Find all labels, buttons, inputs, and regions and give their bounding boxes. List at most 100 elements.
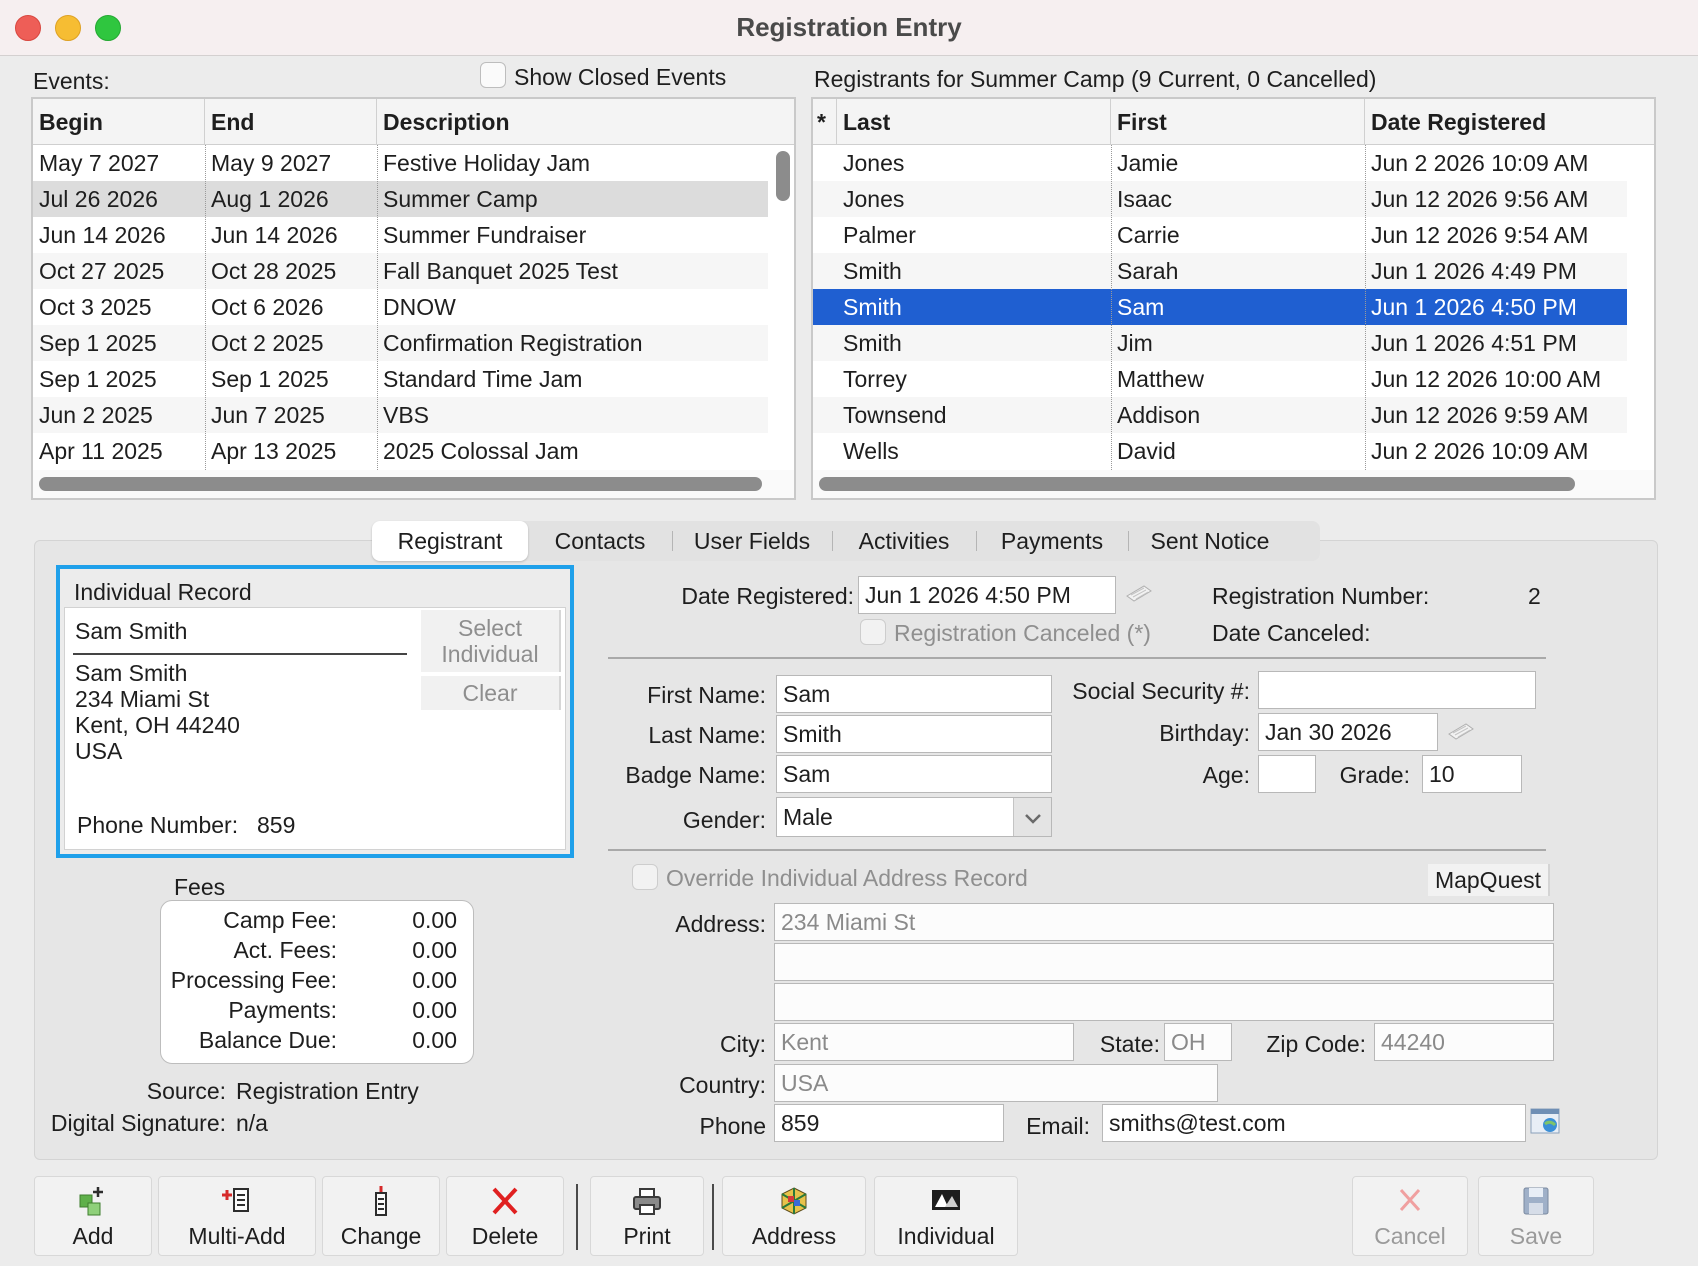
save-button[interactable]: Save bbox=[1478, 1176, 1594, 1256]
delete-icon bbox=[447, 1185, 563, 1217]
phone-field[interactable]: 859 bbox=[774, 1104, 1004, 1142]
column-header-last[interactable]: Last bbox=[837, 99, 1111, 145]
individual-record-title: Individual Record bbox=[74, 579, 252, 605]
event-description-cell: Summer Camp bbox=[383, 186, 538, 212]
event-row[interactable]: Sep 1 2025 Sep 1 2025 Standard Time Jam bbox=[33, 361, 768, 397]
registrants-horizontal-scrollbar[interactable] bbox=[819, 477, 1575, 491]
registrants-table[interactable]: * Last First Date Registered Jones Jamie J… bbox=[811, 97, 1656, 500]
event-row[interactable]: Sep 1 2025 Oct 2 2025 Confirmation Registr… bbox=[33, 325, 768, 361]
registrant-row[interactable]: Wells David Jun 2 2026 10:09 AM bbox=[813, 433, 1627, 469]
tab-registrant[interactable]: Registrant bbox=[372, 521, 528, 561]
address-button[interactable]: Address bbox=[722, 1176, 866, 1256]
event-end-cell: May 9 2027 bbox=[211, 150, 332, 176]
event-row[interactable]: Jun 2 2025 Jun 7 2025 VBS bbox=[33, 397, 768, 433]
column-divider bbox=[1365, 145, 1366, 470]
column-divider bbox=[377, 145, 378, 470]
change-button[interactable]: Change bbox=[322, 1176, 440, 1256]
mapquest-button[interactable]: MapQuest bbox=[1428, 864, 1550, 896]
column-header-description[interactable]: Description bbox=[377, 99, 794, 145]
clear-individual-button[interactable]: Clear bbox=[421, 676, 561, 710]
event-begin-cell: Jun 14 2026 bbox=[39, 222, 166, 248]
ssn-field[interactable] bbox=[1258, 671, 1536, 709]
cancel-button[interactable]: Cancel bbox=[1352, 1176, 1468, 1256]
cancel-icon bbox=[1353, 1185, 1467, 1217]
event-end-cell: Oct 28 2025 bbox=[211, 258, 337, 284]
registrant-row[interactable]: Jones Isaac Jun 12 2026 9:56 AM bbox=[813, 181, 1627, 217]
override-address-checkbox[interactable] bbox=[632, 864, 658, 890]
date-registered-field[interactable]: Jun 1 2026 4:50 PM bbox=[858, 576, 1116, 614]
registrant-last-cell: Palmer bbox=[843, 222, 916, 248]
registrant-row[interactable]: Jones Jamie Jun 2 2026 10:09 AM bbox=[813, 145, 1627, 181]
age-field[interactable] bbox=[1258, 755, 1316, 793]
show-closed-events-checkbox[interactable] bbox=[480, 62, 506, 88]
state-field[interactable]: OH bbox=[1164, 1023, 1232, 1061]
event-begin-cell: Jul 26 2026 bbox=[39, 186, 158, 212]
column-divider bbox=[205, 145, 206, 470]
address-line-2-field[interactable] bbox=[774, 943, 1554, 981]
registrant-row[interactable]: Torrey Matthew Jun 12 2026 10:00 AM bbox=[813, 361, 1627, 397]
address-line-1-field[interactable]: 234 Miami St bbox=[774, 903, 1554, 941]
column-header-date-registered[interactable]: Date Registered bbox=[1365, 99, 1654, 145]
registrant-last-cell: Torrey bbox=[843, 366, 907, 392]
registrant-first-cell: Addison bbox=[1117, 402, 1201, 428]
registrant-row[interactable]: Smith Sam Jun 1 2026 4:50 PM bbox=[813, 289, 1627, 325]
select-individual-button[interactable]: Select Individual bbox=[421, 610, 561, 672]
print-button[interactable]: Print bbox=[590, 1176, 704, 1256]
event-row[interactable]: Apr 11 2025 Apr 13 2025 2025 Colossal Jam bbox=[33, 433, 768, 469]
event-row[interactable]: Jun 14 2026 Jun 14 2026 Summer Fundraiser bbox=[33, 217, 768, 253]
registration-number-label: Registration Number: bbox=[1212, 583, 1430, 609]
registrant-row[interactable]: Smith Sarah Jun 1 2026 4:49 PM bbox=[813, 253, 1627, 289]
address-line-3-field[interactable] bbox=[774, 983, 1554, 1021]
individual-icon bbox=[875, 1185, 1017, 1217]
registrant-date-cell: Jun 1 2026 4:50 PM bbox=[1371, 294, 1577, 320]
calendar-icon[interactable] bbox=[1124, 582, 1154, 604]
last-name-field[interactable]: Smith bbox=[776, 715, 1052, 753]
gender-select[interactable]: Male bbox=[776, 797, 1052, 837]
first-name-field[interactable]: Sam bbox=[776, 675, 1052, 713]
event-begin-cell: Jun 2 2025 bbox=[39, 402, 153, 428]
events-horizontal-scrollbar[interactable] bbox=[39, 477, 762, 491]
events-table[interactable]: Begin End Description May 7 2027 May 9 20… bbox=[31, 97, 796, 500]
registration-canceled-checkbox[interactable] bbox=[860, 619, 886, 645]
registrant-row[interactable]: Palmer Carrie Jun 12 2026 9:54 AM bbox=[813, 217, 1627, 253]
column-header-end[interactable]: End bbox=[205, 99, 377, 145]
printer-icon bbox=[591, 1185, 703, 1217]
calendar-icon[interactable] bbox=[1446, 720, 1476, 742]
multi-add-button[interactable]: Multi-Add bbox=[158, 1176, 316, 1256]
country-field[interactable]: USA bbox=[774, 1064, 1218, 1102]
column-header-first[interactable]: First bbox=[1111, 99, 1365, 145]
badge-name-field[interactable]: Sam bbox=[776, 755, 1052, 793]
registrant-row[interactable]: Townsend Addison Jun 12 2026 9:59 AM bbox=[813, 397, 1627, 433]
zip-code-field[interactable]: 44240 bbox=[1374, 1023, 1554, 1061]
events-vertical-scrollbar[interactable] bbox=[776, 151, 790, 201]
registrants-label: Registrants for Summer Camp (9 Current, … bbox=[814, 66, 1377, 92]
send-email-icon[interactable] bbox=[1530, 1106, 1560, 1136]
tab-user-fields[interactable]: User Fields bbox=[672, 521, 832, 561]
event-row[interactable]: May 7 2027 May 9 2027 Festive Holiday Jam bbox=[33, 145, 768, 181]
individual-button[interactable]: Individual bbox=[874, 1176, 1018, 1256]
email-field[interactable]: smiths@test.com bbox=[1102, 1104, 1526, 1142]
column-header-begin[interactable]: Begin bbox=[33, 99, 205, 145]
button-label: Individual bbox=[441, 641, 539, 667]
event-row[interactable]: Jul 26 2026 Aug 1 2026 Summer Camp bbox=[33, 181, 768, 217]
event-end-cell: Jun 14 2026 bbox=[211, 222, 338, 248]
delete-button[interactable]: Delete bbox=[446, 1176, 564, 1256]
column-header-star[interactable]: * bbox=[813, 99, 837, 145]
registrant-row[interactable]: Smith Jim Jun 1 2026 4:51 PM bbox=[813, 325, 1627, 361]
registrant-last-cell: Smith bbox=[843, 330, 902, 356]
grade-field[interactable]: 10 bbox=[1422, 755, 1522, 793]
tab-sent-notice[interactable]: Sent Notice bbox=[1128, 521, 1292, 561]
city-field[interactable]: Kent bbox=[774, 1023, 1074, 1061]
date-canceled-label: Date Canceled: bbox=[1212, 620, 1371, 646]
registrant-date-cell: Jun 12 2026 9:56 AM bbox=[1371, 186, 1589, 212]
chevron-down-icon[interactable] bbox=[1013, 798, 1051, 836]
tab-contacts[interactable]: Contacts bbox=[528, 521, 672, 561]
birthday-field[interactable]: Jan 30 2026 bbox=[1258, 713, 1438, 751]
registrant-last-cell: Jones bbox=[843, 186, 905, 212]
change-label: Change bbox=[340, 1223, 422, 1249]
tab-payments[interactable]: Payments bbox=[976, 521, 1128, 561]
add-button[interactable]: Add bbox=[34, 1176, 152, 1256]
event-row[interactable]: Oct 27 2025 Oct 28 2025 Fall Banquet 2025 … bbox=[33, 253, 768, 289]
tab-activities[interactable]: Activities bbox=[832, 521, 976, 561]
event-row[interactable]: Oct 3 2025 Oct 6 2026 DNOW bbox=[33, 289, 768, 325]
